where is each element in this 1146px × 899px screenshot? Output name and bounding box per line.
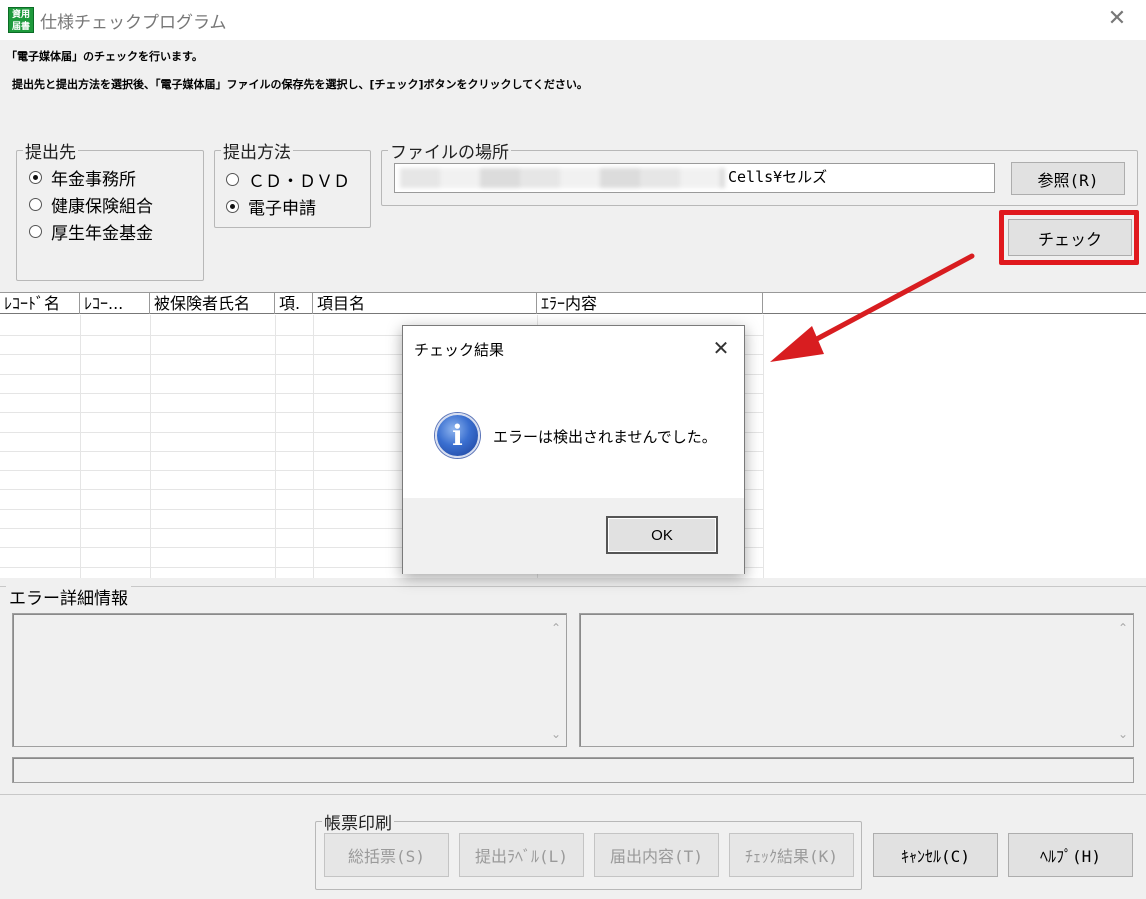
window-title: 仕様チェックプログラム — [40, 13, 227, 33]
help-button[interactable]: ﾍﾙﾌﾟ(H) — [1008, 833, 1133, 877]
app-icon-text-bottom: 届書 — [11, 22, 30, 32]
check-result-dialog: チェック結果 ✕ i エラーは検出されませんでした。 OK — [402, 325, 745, 574]
radio-label: ＣＤ・ＤＶＤ — [248, 172, 350, 192]
dialog-title: チェック結果 — [414, 341, 505, 359]
radio-label: 年金事務所 — [51, 170, 136, 190]
radio-label: 厚生年金基金 — [51, 224, 153, 244]
submit-to-legend: 提出先 — [25, 143, 76, 163]
grid-column-line — [275, 315, 276, 578]
app-icon: 資用 届書 — [8, 7, 34, 33]
info-icon: i — [435, 413, 480, 458]
radio-welfare-pension-fund[interactable]: 厚生年金基金 — [29, 219, 153, 244]
check-result-button[interactable]: ﾁｪｯｸ結果(K) — [729, 833, 854, 877]
radio-unchecked-icon — [29, 225, 42, 238]
radio-health-insurance-union[interactable]: 健康保険組合 — [29, 192, 153, 217]
instruction-line-2: 提出先と提出方法を選択後、「電子媒体届」ファイルの保存先を選択し、[チェック]ボ… — [12, 78, 588, 91]
separator — [0, 794, 1146, 795]
submit-method-legend: 提出方法 — [223, 143, 291, 163]
error-detail-textbox-left[interactable]: ⌃ ⌄ — [12, 613, 567, 747]
column-header[interactable]: ｴﾗｰ内容 — [537, 293, 763, 314]
radio-unchecked-icon — [226, 173, 239, 186]
submit-label-button[interactable]: 提出ﾗﾍﾞﾙ(L) — [459, 833, 584, 877]
status-textbox — [12, 757, 1134, 783]
grid-column-line — [313, 315, 314, 578]
radio-checked-icon — [226, 200, 239, 213]
radio-e-application[interactable]: 電子申請 — [226, 194, 316, 219]
radio-label: 電子申請 — [248, 199, 316, 219]
vertical-scrollbar[interactable]: ⌃ ⌄ — [1113, 614, 1133, 746]
error-detail-legend: エラー詳細情報 — [6, 584, 131, 609]
radio-label: 健康保険組合 — [51, 197, 153, 217]
dialog-message: エラーは検出されませんでした。 — [493, 428, 717, 446]
scroll-up-icon[interactable]: ⌃ — [1113, 618, 1133, 638]
column-header[interactable]: 項. — [275, 293, 313, 314]
column-header[interactable]: ﾚｺｰﾄﾞ名 — [0, 293, 80, 314]
notification-content-button[interactable]: 届出内容(T) — [594, 833, 719, 877]
grid-column-line — [80, 315, 81, 578]
radio-cd-dvd[interactable]: ＣＤ・ＤＶＤ — [226, 167, 350, 192]
file-location-legend: ファイルの場所 — [390, 143, 509, 163]
column-header[interactable]: ﾚｺｰ... — [80, 293, 150, 314]
scroll-up-icon[interactable]: ⌃ — [546, 618, 566, 638]
ok-button[interactable]: OK — [606, 516, 718, 554]
radio-unchecked-icon — [29, 198, 42, 211]
column-header[interactable]: 項目名 — [313, 293, 537, 314]
browse-button[interactable]: 参照(R) — [1011, 162, 1125, 195]
dialog-close-icon[interactable]: ✕ — [710, 336, 732, 360]
radio-pension-office[interactable]: 年金事務所 — [29, 165, 136, 190]
cancel-button[interactable]: ｷｬﾝｾﾙ(C) — [873, 833, 998, 877]
vertical-scrollbar[interactable]: ⌃ ⌄ — [546, 614, 566, 746]
radio-checked-icon — [29, 171, 42, 184]
scroll-down-icon[interactable]: ⌄ — [546, 724, 566, 744]
window-close-icon[interactable]: ✕ — [1102, 4, 1132, 34]
scroll-down-icon[interactable]: ⌄ — [1113, 724, 1133, 744]
instruction-line-1: 「電子媒体届」のチェックを行います。 — [6, 50, 203, 63]
print-forms-legend: 帳票印刷 — [324, 814, 392, 834]
title-bar: 資用 届書 仕様チェックプログラム ✕ — [0, 0, 1146, 40]
file-path-text: Cells¥セルズ — [728, 168, 828, 186]
file-path-redacted — [400, 168, 725, 188]
app-icon-text-top: 資用 — [11, 10, 30, 20]
error-detail-textbox-right[interactable]: ⌃ ⌄ — [579, 613, 1134, 747]
summary-sheet-button[interactable]: 総括票(S) — [324, 833, 449, 877]
grid-column-line — [150, 315, 151, 578]
highlight-annotation-box — [999, 210, 1139, 265]
column-header[interactable]: 被保険者氏名 — [150, 293, 275, 314]
red-arrow-annotation — [770, 253, 975, 362]
